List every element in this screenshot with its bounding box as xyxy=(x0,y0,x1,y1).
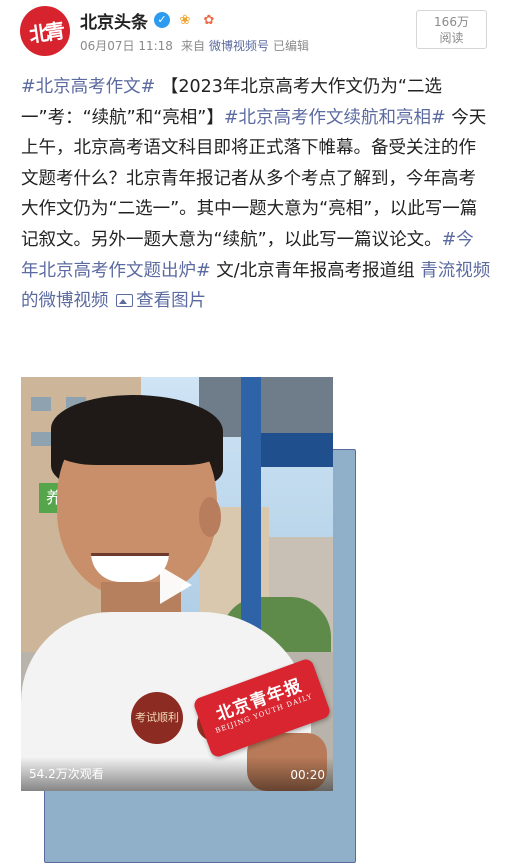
fan-club-badge-icon[interactable]: ❀ xyxy=(176,12,194,28)
person-ear xyxy=(199,497,221,537)
topic-link[interactable]: #北京高考作文# xyxy=(21,77,155,97)
view-images-link[interactable]: 查看图片 xyxy=(114,291,206,311)
view-count: 54.2万次观看 xyxy=(29,767,104,781)
image-icon xyxy=(116,294,134,308)
post-meta: 06月07日 11:18 来自 微博视频号 已编辑 xyxy=(80,37,309,54)
read-label: 阅读 xyxy=(439,31,464,45)
post-text: 今天上午，北京高考语文科目即将正式落下帷幕。备受关注的作文题考什么？北京青年报记… xyxy=(21,107,487,250)
video-duration: 00:20 xyxy=(290,768,325,782)
post-date: 06月07日 11:18 xyxy=(80,39,173,53)
shirt-logo: 考试顺利 xyxy=(131,692,183,744)
post-body: #北京高考作文# 【2023年北京高考大作文仍为“二选一”考：“续航”和“亮相”… xyxy=(21,72,491,863)
post-text: 文/北京青年报高考报道组 xyxy=(210,260,415,281)
person-hair-front xyxy=(51,395,223,465)
author-name[interactable]: 北京头条 xyxy=(80,8,148,33)
avatar[interactable]: 北青 xyxy=(16,2,74,60)
video-player[interactable]: 养 考试顺利 北京青年报 BEIJING YOUTH DAILY 54.2万次观… xyxy=(21,377,333,791)
read-count: 166万 xyxy=(434,15,469,29)
canopy-beam xyxy=(261,433,333,467)
from-label: 来自 xyxy=(180,39,205,53)
verified-check-icon: ✓ xyxy=(154,12,170,28)
author-row: 北京头条 ✓ ❀ ✿ xyxy=(80,8,218,33)
edited-label: 已编辑 xyxy=(272,39,309,53)
post-header: 北青 北京头条 ✓ ❀ ✿ 06月07日 11:18 来自 微博视频号 已编辑 166… xyxy=(0,0,510,64)
play-icon[interactable] xyxy=(160,566,192,604)
read-count-box: 166万 阅读 xyxy=(416,10,487,49)
membership-badge-icon[interactable]: ✿ xyxy=(200,12,218,28)
topic-link[interactable]: #北京高考作文续航和亮相# xyxy=(224,108,446,128)
post-source[interactable]: 微博视频号 xyxy=(209,39,269,53)
